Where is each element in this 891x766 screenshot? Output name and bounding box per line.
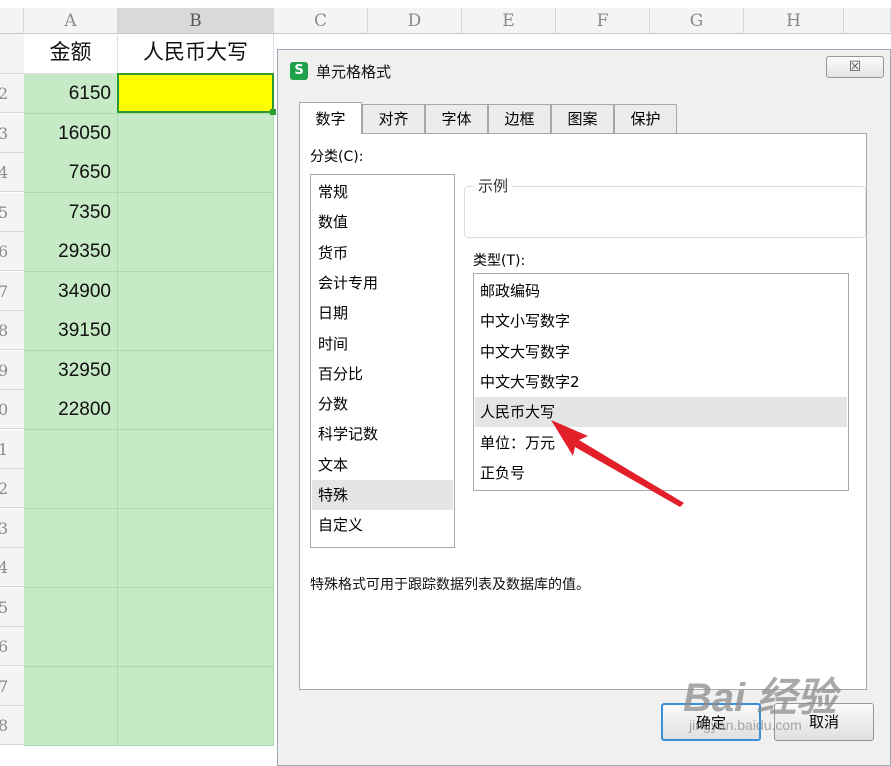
annotation-arrow — [551, 420, 684, 507]
watermark-logo-text: Bai 经验 — [683, 676, 837, 720]
watermark-url: jingyan.baidu.com — [689, 717, 802, 733]
red-arrow-icon — [551, 420, 684, 507]
tab-number[interactable]: 数字 — [299, 102, 362, 134]
